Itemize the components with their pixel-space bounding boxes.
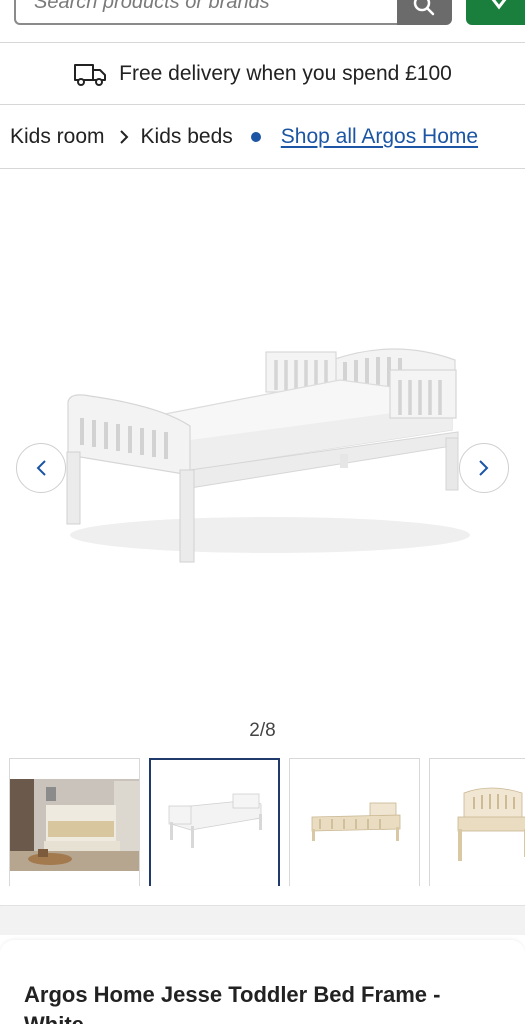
chevron-right-icon: [119, 129, 129, 145]
chevron-down-icon: [491, 0, 507, 10]
breadcrumb-item-kids-beds[interactable]: Kids beds: [141, 125, 233, 149]
breadcrumb-item-kids-room[interactable]: Kids room: [10, 125, 105, 149]
thumbnail-pine-bed-headboard[interactable]: [429, 758, 525, 888]
search-input[interactable]: Search products or brands: [14, 0, 398, 25]
thumbnail-strip: [9, 758, 525, 888]
thumbnail-room-scene[interactable]: [9, 758, 140, 888]
divider: [0, 42, 525, 43]
trolley-button[interactable]: [466, 0, 525, 25]
delivery-truck-icon: [73, 61, 107, 87]
product-info-card: Argos Home Jesse Toddler Bed Frame - Whi…: [0, 940, 525, 1024]
divider: [0, 168, 525, 169]
section-gap: [0, 905, 525, 935]
product-main-image[interactable]: [0, 170, 525, 715]
delivery-banner: Free delivery when you spend £100: [0, 44, 525, 104]
divider: [0, 104, 525, 105]
thumbnail-pine-bed[interactable]: [289, 758, 420, 888]
product-title: Argos Home Jesse Toddler Bed Frame - Whi…: [24, 982, 441, 1024]
search-bar: Search products or brands: [0, 0, 525, 42]
search-button[interactable]: [397, 0, 452, 25]
bullet-dot: [250, 132, 261, 142]
delivery-text: Free delivery when you spend £100: [119, 62, 452, 85]
previous-image-button[interactable]: [16, 443, 66, 493]
image-gallery: 2/8: [0, 170, 525, 920]
breadcrumb: Kids room Kids beds Shop all Argos Home: [0, 106, 525, 168]
shop-all-link[interactable]: Shop all Argos Home: [281, 125, 478, 149]
next-image-button[interactable]: [459, 443, 509, 493]
chevron-right-icon: [479, 460, 489, 476]
image-counter: 2/8: [249, 720, 276, 741]
chevron-left-icon: [36, 460, 46, 476]
search-icon: [413, 0, 435, 16]
thumbnail-white-bed[interactable]: [149, 758, 280, 888]
product-page: Search products or brands Free delivery …: [0, 0, 525, 1024]
